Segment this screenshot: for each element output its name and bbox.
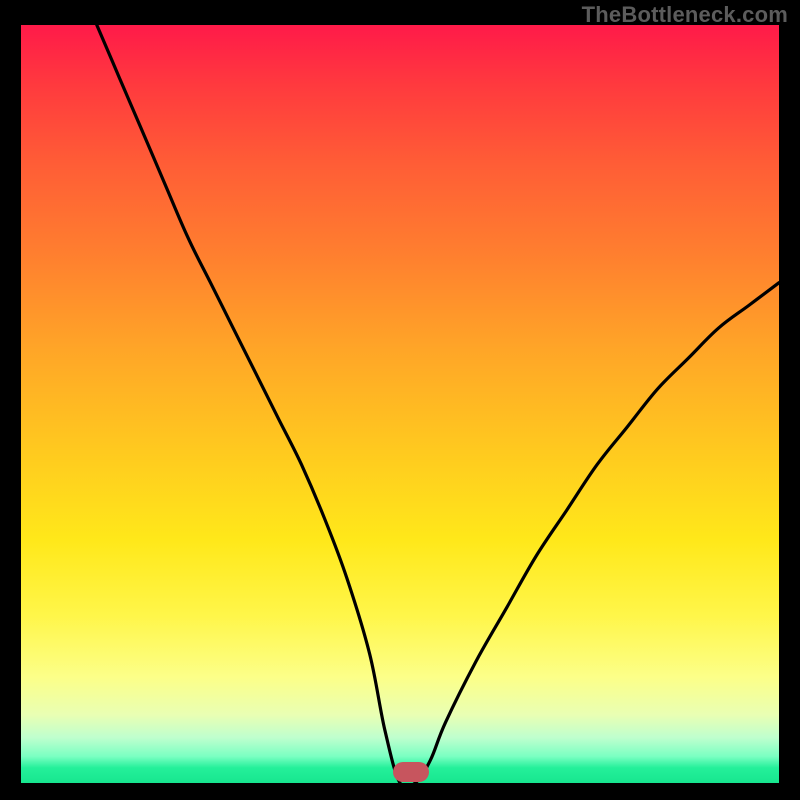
bottleneck-curve xyxy=(97,25,779,783)
optimum-marker xyxy=(393,762,429,782)
plot-area xyxy=(21,25,779,783)
watermark-text: TheBottleneck.com xyxy=(582,2,788,28)
chart-container: TheBottleneck.com xyxy=(0,0,800,800)
curve-svg xyxy=(21,25,779,783)
